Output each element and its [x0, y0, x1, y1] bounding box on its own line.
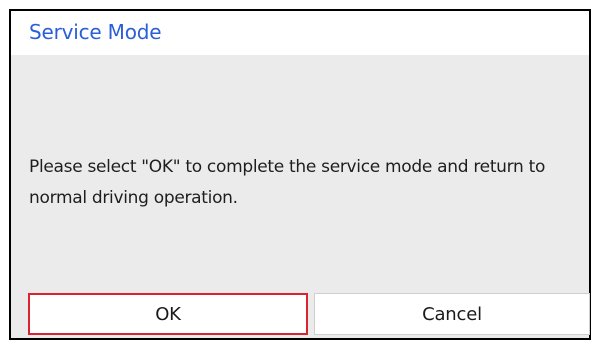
dialog-message: Please select "OK" to complete the servi…: [29, 157, 546, 208]
service-mode-dialog: Service Mode Please select "OK" to compl…: [9, 9, 591, 340]
cancel-button[interactable]: Cancel: [314, 293, 590, 335]
ok-button[interactable]: OK: [28, 293, 308, 335]
cancel-button-label: Cancel: [422, 303, 482, 325]
dialog-title-bar: Service Mode: [11, 11, 589, 55]
ok-button-label: OK: [155, 303, 181, 325]
dialog-title: Service Mode: [29, 20, 162, 44]
